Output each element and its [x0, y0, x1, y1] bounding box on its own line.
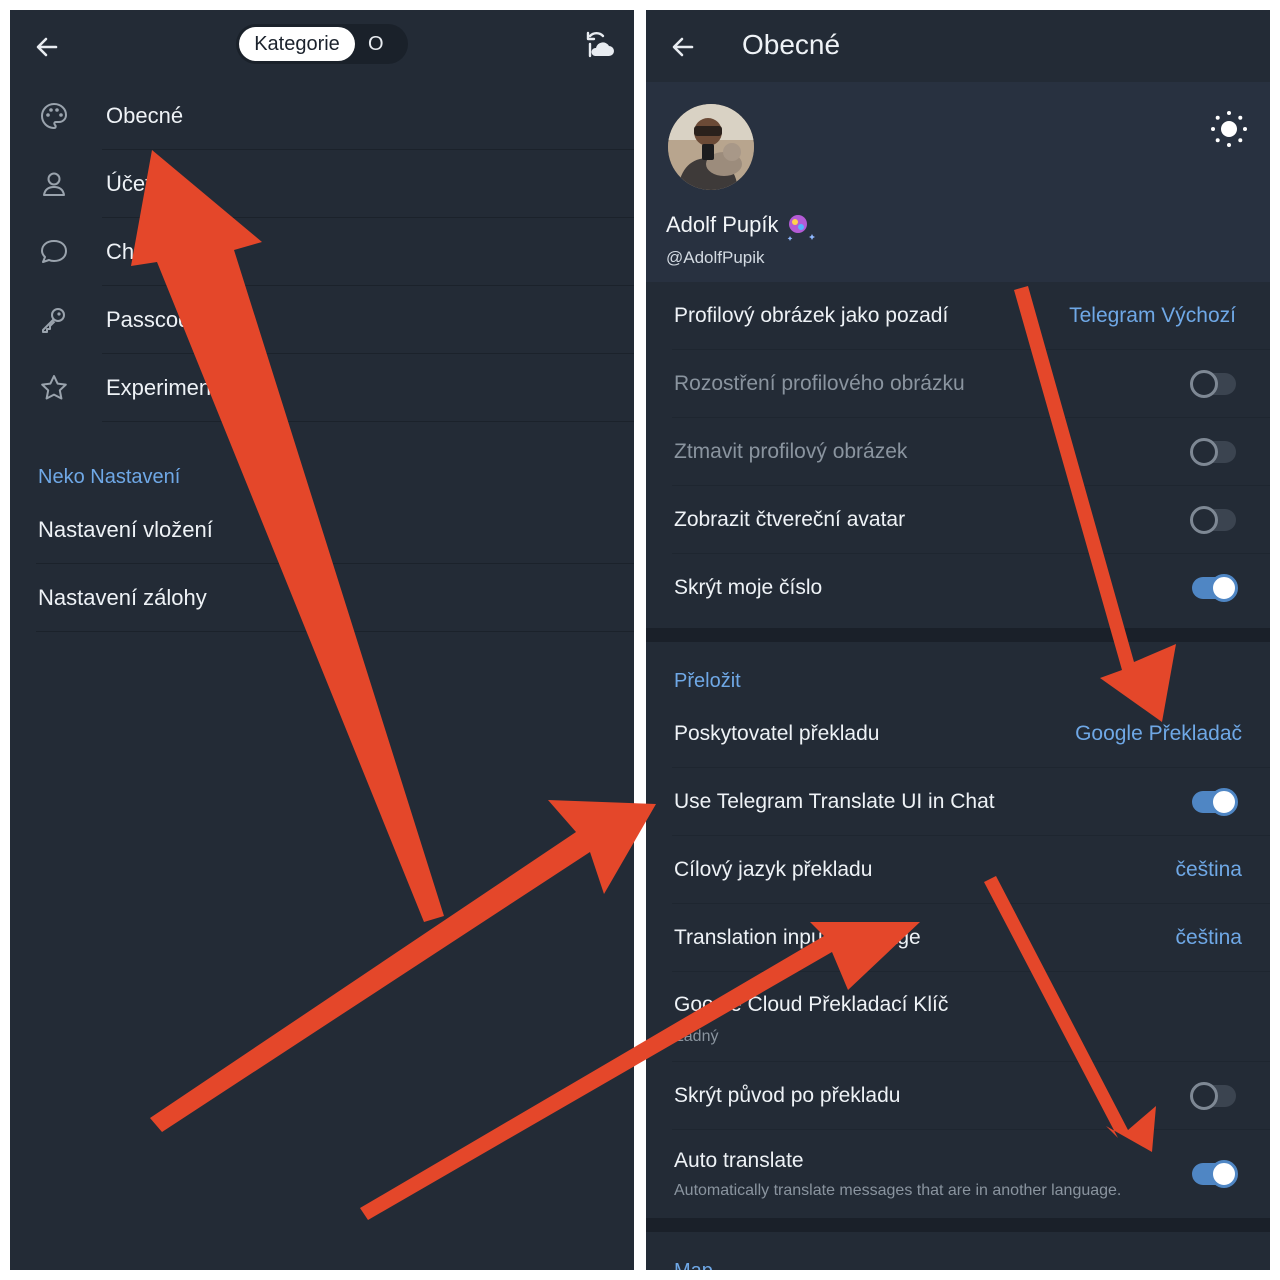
- setting-auto-translate[interactable]: Auto translate Automatically translate m…: [646, 1130, 1270, 1218]
- setting-label: Ztmavit profilový obrázek: [674, 440, 908, 463]
- sun-icon: [1211, 111, 1247, 147]
- toggle-switch[interactable]: [1192, 1160, 1238, 1188]
- person-icon: [38, 168, 70, 200]
- menu-item-label: Chat: [106, 239, 153, 264]
- profile-name: Adolf Pupík: [666, 212, 779, 237]
- setting-value: čeština: [1175, 858, 1242, 881]
- setting-subtitle: Žádný: [674, 1028, 719, 1045]
- setting-dim-profile-photo[interactable]: Ztmavit profilový obrázek: [646, 418, 1270, 486]
- toggle-switch[interactable]: [1192, 574, 1238, 602]
- left-top-bar: Kategorie O: [10, 10, 634, 82]
- toggle-switch[interactable]: [1190, 506, 1236, 534]
- divider: [102, 421, 634, 422]
- setting-label: Skrýt moje číslo: [674, 576, 823, 599]
- theme-toggle-button[interactable]: [1210, 110, 1248, 148]
- emoji-status-icon[interactable]: [784, 210, 818, 244]
- arrow-left-icon: [36, 37, 58, 57]
- list-item-label: Nastavení vložení: [38, 517, 213, 542]
- setting-label: Use Telegram Translate UI in Chat: [674, 790, 995, 813]
- tab-kategorie[interactable]: Kategorie: [239, 27, 355, 61]
- section-title-translate: Přeložit: [674, 670, 741, 692]
- category-tabs: Kategorie O: [236, 24, 408, 64]
- avatar[interactable]: [668, 104, 754, 190]
- menu-item-label: Experimenty: [106, 375, 229, 400]
- setting-value: Google Překladač: [1075, 722, 1242, 745]
- cloud-sync-icon: [586, 31, 614, 58]
- setting-value: Telegram Výchozí: [1069, 304, 1236, 327]
- list-item-nastaveni-zalohy[interactable]: Nastavení zálohy: [10, 564, 634, 632]
- setting-label: Zobrazit čtvereční avatar: [674, 508, 906, 531]
- setting-translation-provider[interactable]: Poskytovatel překladu Google Překladač: [646, 700, 1270, 768]
- profile-photo: [668, 104, 754, 190]
- setting-input-language[interactable]: Translation input language čeština: [646, 904, 1270, 972]
- setting-value: čeština: [1175, 926, 1242, 949]
- menu-item-obecne[interactable]: Obecné: [10, 82, 634, 150]
- profile-username: @AdolfPupik: [666, 248, 765, 267]
- setting-google-cloud-key[interactable]: Google Cloud Překladací Klíč Žádný: [646, 972, 1270, 1062]
- list-item-nastaveni-vlozeni[interactable]: Nastavení vložení: [10, 496, 634, 564]
- back-button[interactable]: [32, 32, 62, 62]
- setting-target-language[interactable]: Cílový jazyk překladu čeština: [646, 836, 1270, 904]
- menu-item-ucet[interactable]: Účet: [10, 150, 634, 218]
- setting-hide-my-number[interactable]: Skrýt moje číslo: [646, 554, 1270, 622]
- setting-label: Rozostření profilového obrázku: [674, 372, 965, 395]
- setting-profile-background[interactable]: Profilový obrázek jako pozadí Telegram V…: [646, 282, 1270, 350]
- right-panel: Obecné Adolf Pupík @AdolfPupik Profilový…: [646, 10, 1270, 1270]
- menu-item-label: Účet: [106, 171, 152, 196]
- toggle-switch[interactable]: [1192, 788, 1238, 816]
- setting-label: Poskytovatel překladu: [674, 722, 880, 745]
- right-top-bar: Obecné: [646, 10, 1270, 82]
- setting-label: Translation input language: [674, 926, 921, 949]
- list-item-label: Nastavení zálohy: [38, 585, 207, 610]
- setting-telegram-translate-ui[interactable]: Use Telegram Translate UI in Chat: [646, 768, 1270, 836]
- menu-item-experimenty[interactable]: Experimenty: [10, 354, 634, 422]
- setting-hide-original[interactable]: Skrýt původ po překladu: [646, 1062, 1270, 1130]
- menu-item-passcode[interactable]: Passcode: [10, 286, 634, 354]
- toggle-switch[interactable]: [1190, 1082, 1236, 1110]
- setting-label: Auto translate: [674, 1149, 804, 1172]
- tab-o[interactable]: O: [368, 24, 384, 64]
- key-icon: [38, 304, 70, 336]
- arrow-left-icon: [672, 37, 694, 57]
- divider: [36, 631, 634, 632]
- left-panel: Kategorie O Obecné Účet Chat Passcode Ex…: [10, 10, 634, 1270]
- section-title-neko: Neko Nastavení: [38, 466, 181, 488]
- setting-label: Skrýt původ po překladu: [674, 1084, 901, 1107]
- toggle-switch[interactable]: [1190, 438, 1236, 466]
- setting-label: Google Cloud Překladací Klíč: [674, 993, 949, 1016]
- palette-icon: [38, 100, 70, 132]
- star-icon: [38, 372, 70, 404]
- toggle-switch[interactable]: [1190, 370, 1236, 398]
- section-gap: [646, 1218, 1270, 1232]
- page-title: Obecné: [742, 29, 841, 60]
- setting-label: Cílový jazyk překladu: [674, 858, 873, 881]
- menu-item-label: Obecné: [106, 103, 184, 128]
- section-title-map: Map: [674, 1260, 713, 1270]
- chat-bubble-icon: [38, 236, 70, 268]
- menu-item-chat[interactable]: Chat: [10, 218, 634, 286]
- setting-subtitle: Automatically translate messages that ar…: [674, 1182, 1122, 1199]
- setting-blur-profile-photo[interactable]: Rozostření profilového obrázku: [646, 350, 1270, 418]
- profile-header: Adolf Pupík @AdolfPupik: [646, 82, 1270, 282]
- section-gap: [646, 628, 1270, 642]
- setting-label: Profilový obrázek jako pozadí: [674, 304, 949, 327]
- setting-square-avatar[interactable]: Zobrazit čtvereční avatar: [646, 486, 1270, 554]
- menu-item-label: Passcode: [106, 307, 203, 332]
- back-button[interactable]: [668, 32, 698, 62]
- cloud-sync-button[interactable]: [584, 30, 616, 62]
